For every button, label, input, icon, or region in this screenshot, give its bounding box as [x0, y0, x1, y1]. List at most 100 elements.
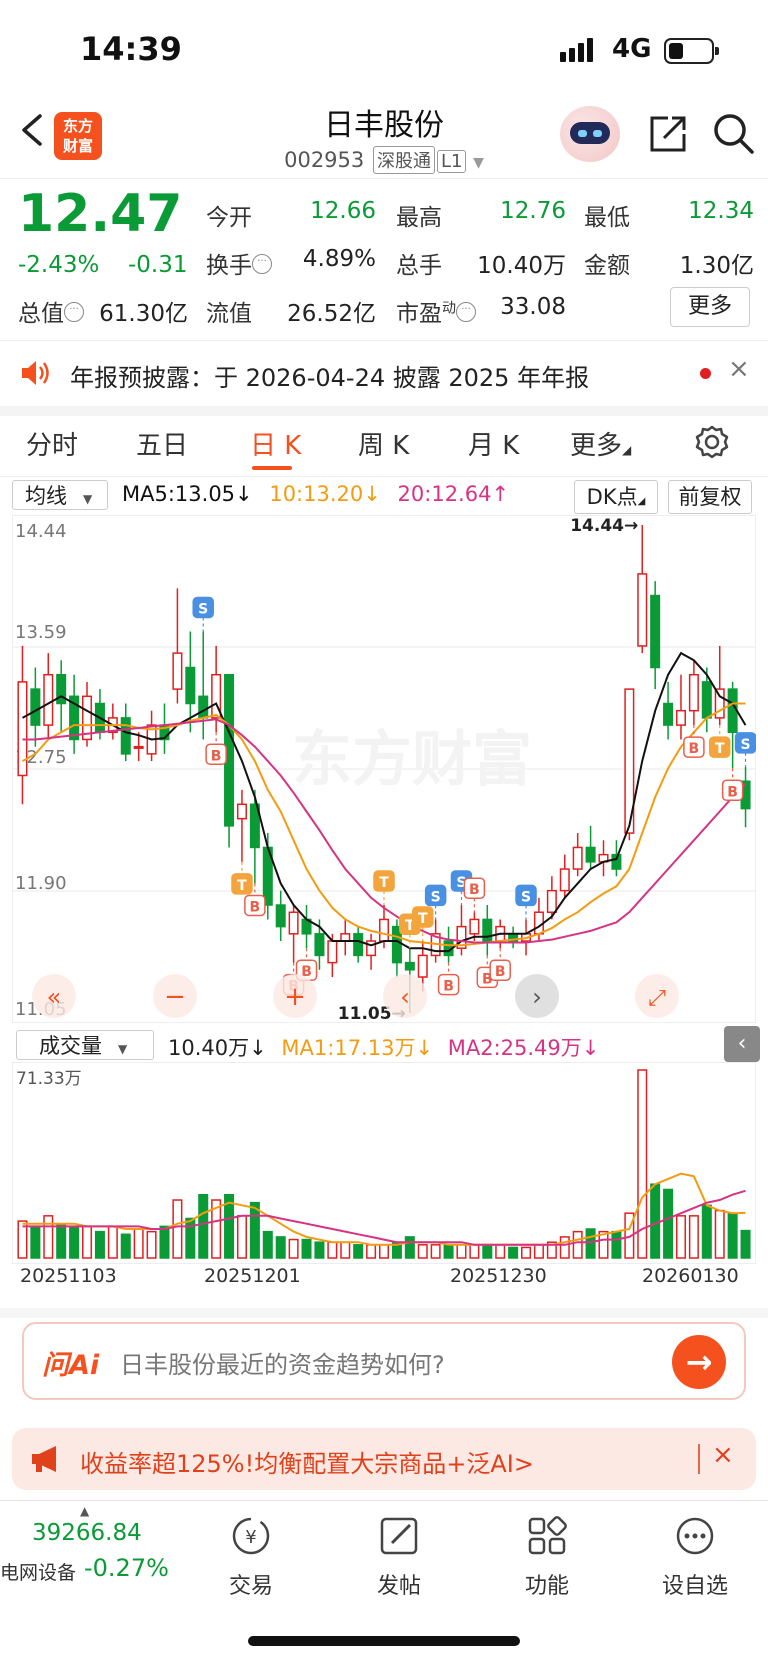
candle-body: [43, 673, 54, 726]
volume-bar: [404, 1236, 415, 1259]
dropdown-icon: ▼: [118, 1042, 128, 1056]
tab-intraday[interactable]: 分时: [26, 425, 78, 462]
level-tag: L1: [436, 150, 467, 173]
candle-body: [727, 688, 738, 734]
tab-weekly-k[interactable]: 周 K: [358, 425, 409, 462]
y-label-4: 11.90: [15, 873, 67, 894]
ma10-value: 10:13.20↓: [269, 482, 381, 506]
volume-ma2: MA2:25.49万↓: [447, 1036, 600, 1060]
svg-text:‹: ‹: [400, 983, 410, 1011]
ai-submit-button[interactable]: →: [672, 1335, 726, 1389]
signal-label: B: [495, 964, 506, 980]
volume-ma1: MA1:17.13万↓: [281, 1036, 434, 1060]
adjust-button[interactable]: 前复权: [668, 480, 752, 514]
volume-bar: [650, 1183, 661, 1259]
volume-bar: [327, 1241, 338, 1259]
fullscreen-button[interactable]: ⤢: [635, 974, 679, 1018]
indicator-select[interactable]: 均线 ▼: [12, 480, 108, 510]
notice-close-button[interactable]: ×: [728, 354, 750, 384]
nav-functions-label: 功能: [524, 1574, 569, 1599]
ma20-value: 20:12.64↑: [397, 482, 510, 506]
tab-five-day[interactable]: 五日: [136, 425, 188, 462]
candle-body: [417, 954, 428, 978]
tab-more[interactable]: 更多◢: [570, 425, 631, 462]
home-indicator: [248, 1636, 520, 1646]
prev-button[interactable]: ‹: [383, 974, 427, 1018]
signal-label: T: [237, 878, 247, 894]
volume-bar: [482, 1244, 493, 1259]
date-label-2: 20251201: [204, 1265, 301, 1287]
expand-icon[interactable]: ▲: [80, 1504, 89, 1518]
candle-body: [314, 933, 325, 957]
volume-bar: [469, 1244, 480, 1259]
divider: [0, 476, 768, 477]
signal-label: B: [250, 899, 261, 915]
nav-trade[interactable]: ¥ 交易: [196, 1500, 306, 1600]
candle-body: [17, 681, 28, 777]
volume-bar: [495, 1244, 506, 1259]
tab-daily-k[interactable]: 日 K: [250, 425, 301, 462]
speaker-icon: [22, 361, 49, 385]
divider: [0, 406, 768, 416]
collapse-panel-button[interactable]: ‹: [724, 1026, 760, 1062]
candle-body: [585, 846, 596, 863]
tab-monthly-k[interactable]: 月 K: [468, 425, 519, 462]
volume-bar: [417, 1244, 428, 1259]
candle-body: [469, 918, 480, 935]
info-icon[interactable]: ···: [64, 302, 84, 323]
nav-customize[interactable]: 设自选: [640, 1500, 750, 1600]
zoom-out-button[interactable]: −: [153, 974, 197, 1018]
info-icon[interactable]: ···: [456, 302, 476, 323]
index-name[interactable]: 电网设备: [0, 1558, 76, 1585]
candle-body: [650, 594, 661, 669]
volume-chart[interactable]: 71.33万: [12, 1062, 756, 1264]
status-bar: 14:39 4G: [0, 0, 768, 100]
signal-label: T: [379, 875, 389, 891]
zoom-in-button[interactable]: +: [273, 974, 317, 1018]
search-icon[interactable]: [712, 112, 756, 156]
kline-chart[interactable]: 东方财富 14.44 13.59 12.75 11.90 11.05 SBTBB…: [12, 515, 756, 1023]
svg-text:⤢: ⤢: [648, 986, 666, 1011]
volume-bar: [340, 1241, 351, 1259]
caret-icon: ◢: [637, 496, 646, 507]
index-change[interactable]: -0.27%: [84, 1554, 169, 1582]
high-value: 12.76: [500, 198, 566, 224]
share-icon[interactable]: [646, 112, 690, 156]
promo-text[interactable]: 收益率超125%!均衡配置大宗商品+泛AI>: [80, 1444, 534, 1479]
notice-text[interactable]: 年报预披露：于 2026-04-24 披露 2025 年年报: [70, 358, 589, 393]
next-button[interactable]: ›: [515, 974, 559, 1018]
float-cap-label: 流值: [206, 301, 252, 327]
promo-close-button[interactable]: ×: [712, 1440, 734, 1470]
settings-icon[interactable]: [694, 424, 730, 460]
signal-label: B: [211, 748, 222, 764]
ai-assistant-avatar[interactable]: [560, 106, 620, 162]
dropdown-icon[interactable]: ▼: [473, 155, 484, 171]
volume-bar: [249, 1201, 260, 1259]
volume-bar: [611, 1230, 622, 1259]
volume-bar: [262, 1230, 273, 1259]
edit-icon: [380, 1517, 418, 1555]
candle-body: [288, 911, 299, 935]
index-value[interactable]: 39266.84: [32, 1520, 142, 1546]
stock-code: 002953: [284, 148, 365, 172]
candle-body: [56, 673, 67, 705]
signal-label: S: [521, 889, 531, 905]
nav-post[interactable]: 发帖: [344, 1500, 454, 1600]
volume-bar: [120, 1233, 131, 1259]
more-quote-button[interactable]: 更多: [670, 287, 750, 327]
dk-point-button[interactable]: DK点◢: [574, 480, 658, 514]
volume-indicator-select[interactable]: 成交量 ▼: [16, 1030, 154, 1060]
info-icon[interactable]: ···: [252, 254, 272, 275]
nav-functions[interactable]: 功能: [492, 1500, 602, 1600]
low-value: 12.34: [688, 198, 754, 224]
candle-body: [120, 717, 131, 755]
scroll-left-button[interactable]: «: [32, 974, 76, 1018]
volume-bar: [314, 1241, 325, 1259]
mktcap-label: 总值 ···: [18, 294, 84, 328]
open-value: 12.66: [310, 198, 376, 224]
nav-customize-label: 设自选: [661, 1574, 728, 1599]
volume-bar: [133, 1228, 144, 1259]
ai-question-text[interactable]: 日丰股份最近的资金趋势如何?: [120, 1345, 445, 1380]
signal-label: B: [727, 784, 738, 800]
low-label: 最低: [584, 205, 630, 231]
